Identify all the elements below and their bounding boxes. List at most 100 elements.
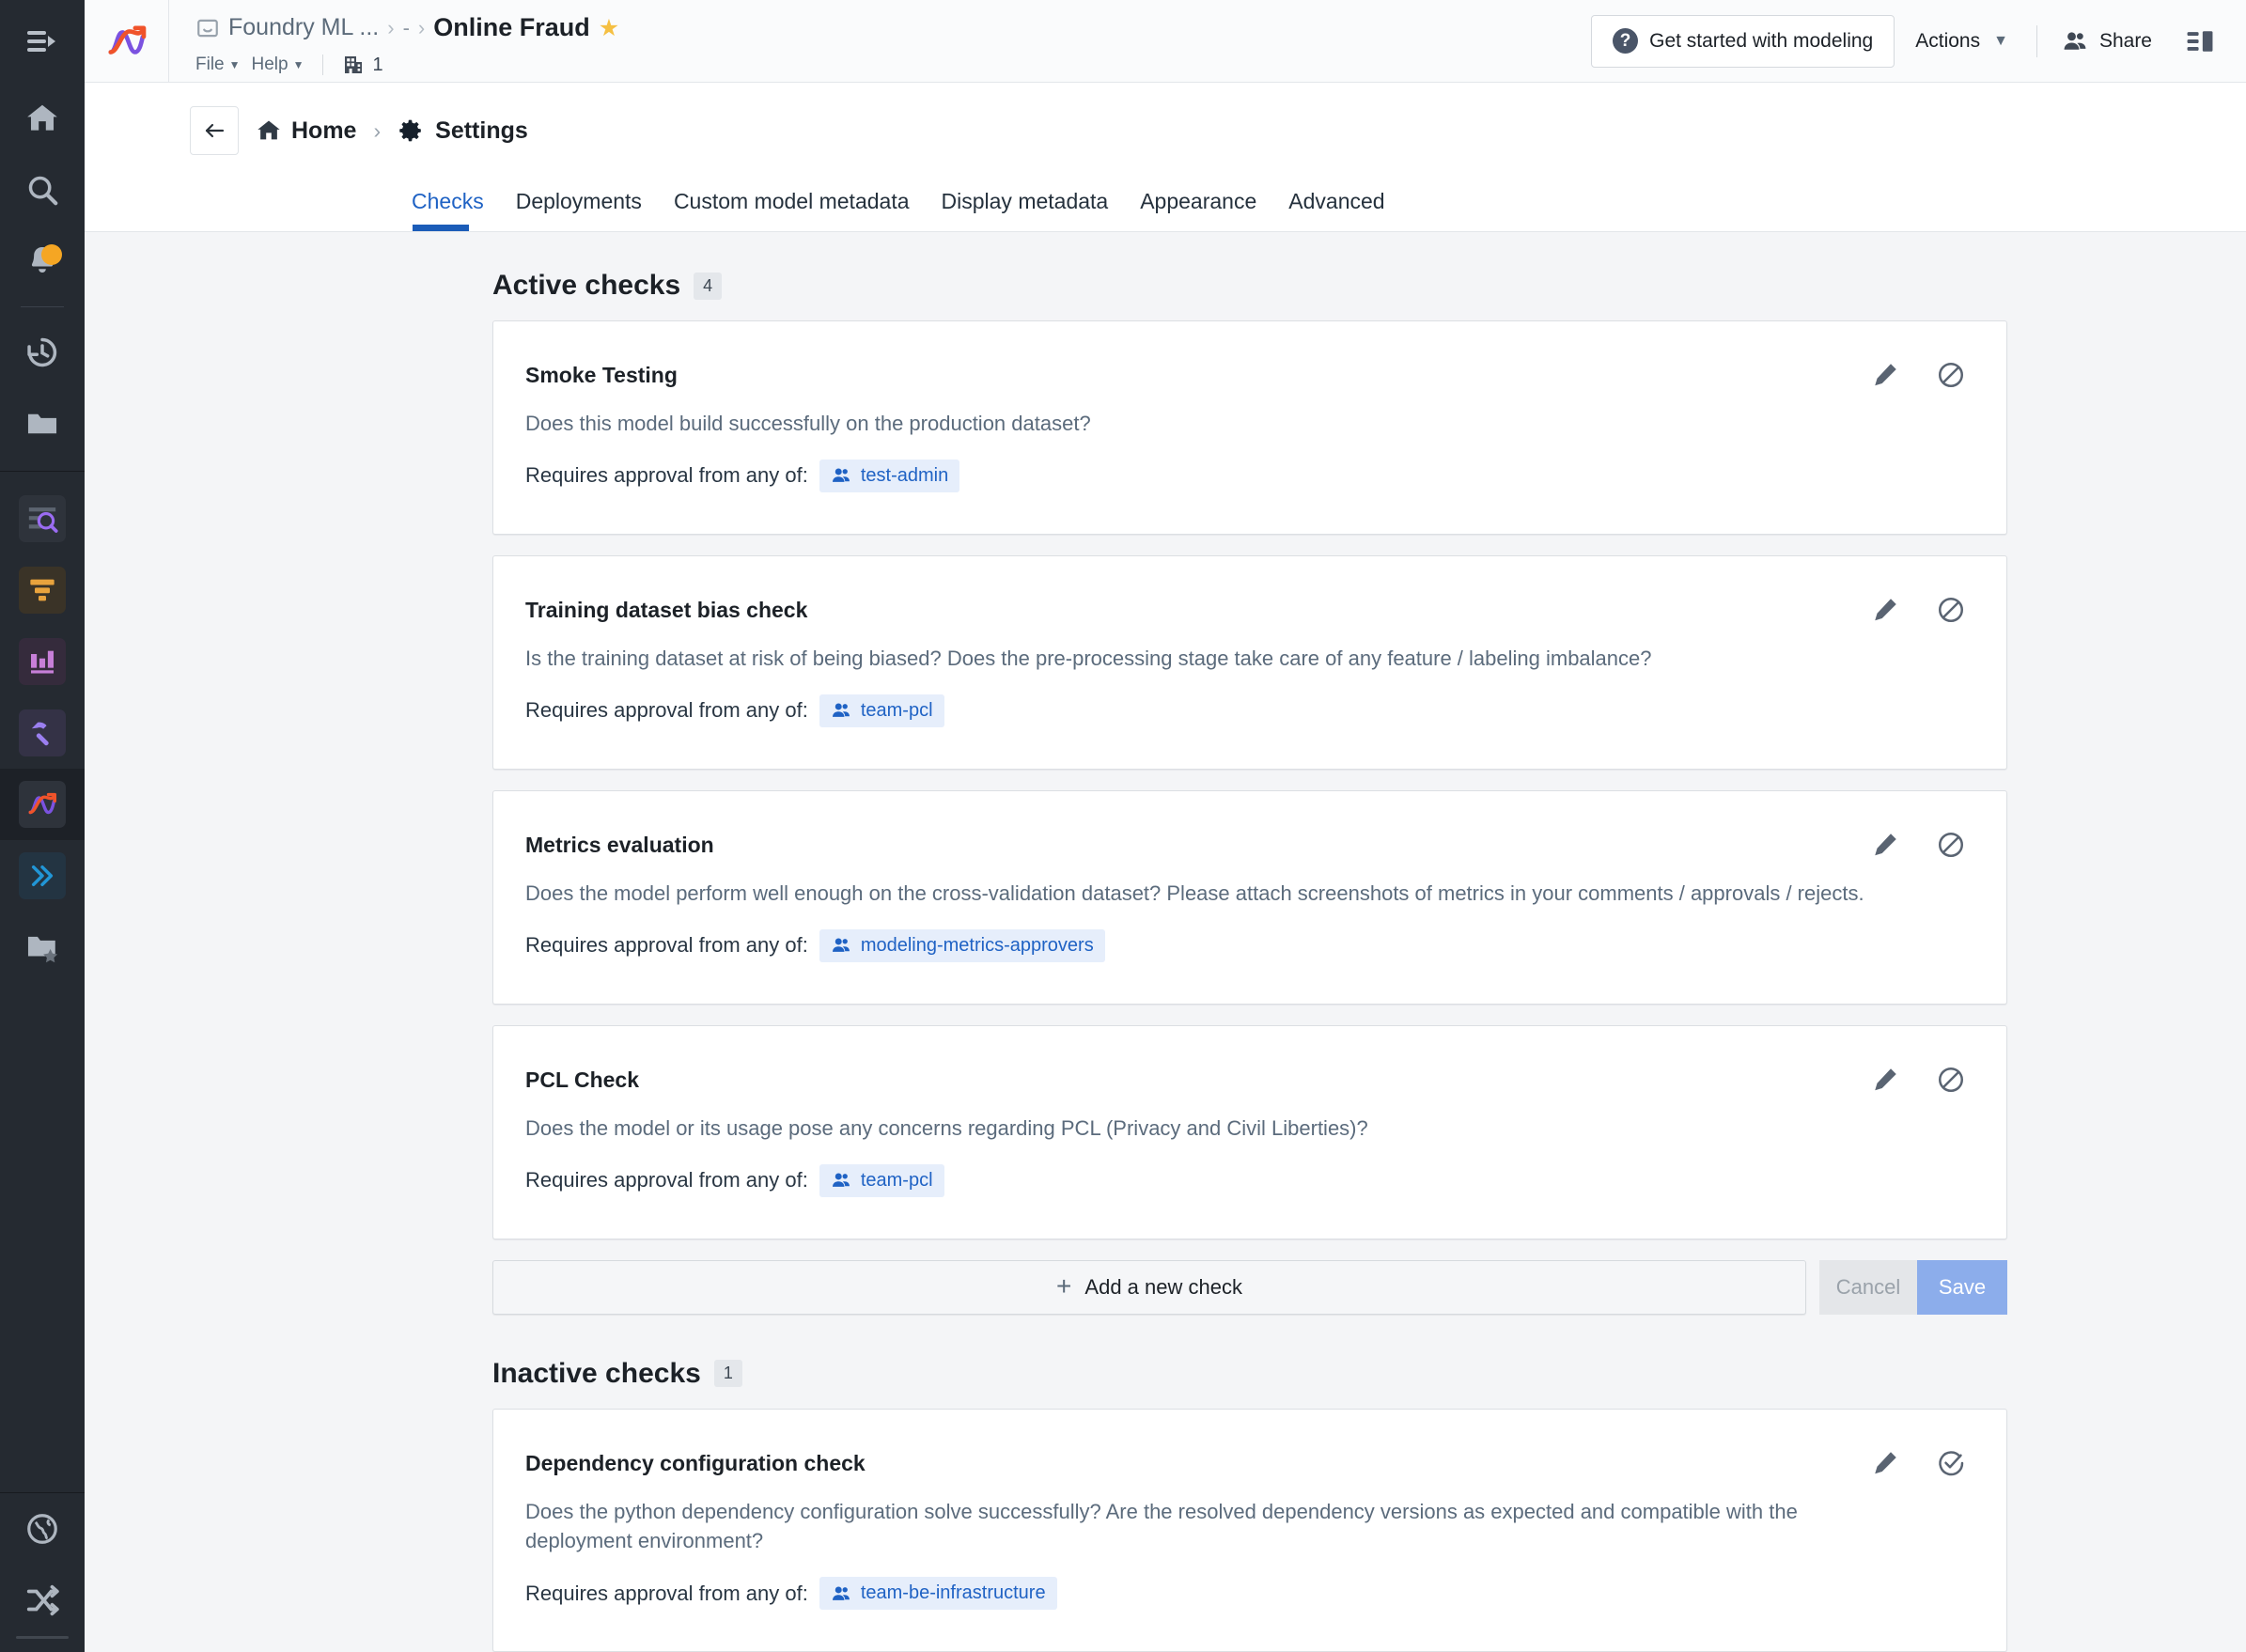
- sidebar-item-code-workbook[interactable]: [0, 697, 85, 769]
- sidebar-item-modeling[interactable]: [0, 769, 85, 840]
- sidebar-item-search[interactable]: [0, 154, 85, 226]
- checks-footer-actions: + Add a new check Cancel Save: [492, 1259, 2007, 1315]
- active-checks-list: Smoke Testing Does this model build succ…: [492, 320, 2007, 1315]
- edit-check-button[interactable]: [1871, 1066, 1899, 1094]
- menu-file[interactable]: File ▼: [195, 55, 241, 75]
- sidebar-item-home[interactable]: [0, 83, 85, 154]
- rail-toggle[interactable]: [0, 0, 85, 83]
- help-circle-icon: ?: [1613, 28, 1639, 54]
- rail-home-indicator: [16, 1636, 69, 1639]
- share-button[interactable]: Share: [2045, 15, 2169, 68]
- back-button[interactable]: [190, 106, 239, 155]
- approver-chip[interactable]: test-admin: [819, 459, 960, 492]
- approver-chip[interactable]: modeling-metrics-approvers: [819, 928, 1105, 962]
- save-button[interactable]: Save: [1917, 1259, 2007, 1315]
- code-workbook-tile: [19, 709, 66, 756]
- breadcrumb-separator: ›: [373, 117, 382, 143]
- people-icon: [832, 468, 850, 483]
- breadcrumb-home[interactable]: Home: [256, 117, 356, 145]
- breadcrumb-dash: -: [402, 15, 410, 39]
- menu-help-label: Help: [251, 55, 289, 75]
- tab-display-metadata[interactable]: Display metadata: [942, 189, 1109, 231]
- sidebar-item-files[interactable]: [0, 388, 85, 460]
- sidebar-item-favorites[interactable]: [0, 912, 85, 983]
- modeling-logo-icon: [107, 25, 146, 55]
- breadcrumb: Foundry ML ... › - › Online Fraud ★: [195, 9, 619, 46]
- tab-deployments[interactable]: Deployments: [516, 189, 642, 231]
- disable-check-button[interactable]: [1937, 1066, 1965, 1094]
- approver-chip[interactable]: team-pcl: [819, 694, 944, 727]
- approver-chip[interactable]: team-pcl: [819, 1163, 944, 1197]
- settings-title: Settings: [435, 117, 528, 144]
- pencil-icon: [1875, 364, 1896, 386]
- edit-check-button[interactable]: [1871, 361, 1899, 389]
- get-started-button[interactable]: ? Get started with modeling: [1591, 14, 1895, 68]
- organization-badge[interactable]: 1: [342, 54, 383, 76]
- people-icon: [832, 1586, 850, 1600]
- header-divider: [2035, 24, 2037, 57]
- star-filled-icon[interactable]: ★: [599, 14, 619, 42]
- pencil-icon: [1875, 1451, 1896, 1473]
- pipeline-builder-tile: [19, 567, 66, 614]
- approver-name: team-be-infrastructure: [860, 1582, 1046, 1604]
- approval-prefix: Requires approval from any of:: [525, 1168, 808, 1192]
- menu-bar: File ▼ Help ▼ 1: [195, 48, 619, 82]
- cancel-button[interactable]: Cancel: [1819, 1259, 1917, 1315]
- header-actions: ? Get started with modeling Actions ▼ Sh…: [1591, 0, 2246, 82]
- share-label: Share: [2098, 29, 2152, 52]
- rail-divider-2: [0, 471, 85, 472]
- people-icon: [832, 703, 850, 718]
- shuffle-icon: [26, 1584, 59, 1616]
- tab-advanced[interactable]: Advanced: [1288, 189, 1384, 231]
- check-approvers: Requires approval from any of: modeling-…: [525, 928, 1973, 962]
- chevron-right-icon-2: ›: [417, 15, 426, 39]
- actions-label: Actions: [1915, 29, 1981, 52]
- check-title: PCL Check: [525, 1067, 640, 1092]
- sidebar-item-workflows[interactable]: [0, 840, 85, 912]
- disable-check-button[interactable]: [1937, 596, 1965, 624]
- check-card: Smoke Testing Does this model build succ…: [492, 320, 2007, 535]
- approver-name: team-pcl: [860, 699, 933, 721]
- sidebar-item-shuffle[interactable]: [0, 1565, 85, 1636]
- home-icon: [257, 120, 280, 140]
- breadcrumb-parent[interactable]: Foundry ML ...: [228, 14, 379, 41]
- sidebar-item-notifications[interactable]: [0, 226, 85, 297]
- project-icon: [197, 19, 218, 37]
- edit-check-button[interactable]: [1871, 831, 1899, 859]
- organization-icon: [345, 56, 363, 74]
- tab-appearance[interactable]: Appearance: [1140, 189, 1256, 231]
- chevron-down-icon-3: ▼: [1993, 32, 2008, 49]
- approver-chip[interactable]: team-be-infrastructure: [819, 1577, 1057, 1611]
- inactive-checks-count: 1: [713, 1360, 742, 1388]
- disable-check-button[interactable]: [1937, 831, 1965, 859]
- search-icon: [28, 176, 58, 206]
- sidebar-item-recent[interactable]: [0, 317, 85, 388]
- sidebar-item-quiver[interactable]: [0, 626, 85, 697]
- application-root: Foundry ML ... › - › Online Fraud ★ File…: [0, 0, 2246, 1652]
- people-icon: [832, 1173, 850, 1187]
- disable-check-button[interactable]: [1937, 361, 1965, 389]
- right-panel-toggle[interactable]: [2169, 25, 2222, 57]
- app-logo[interactable]: [85, 0, 169, 82]
- home-icon: [27, 104, 57, 131]
- actions-menu-button[interactable]: Actions ▼: [1895, 15, 2029, 68]
- check-approvers: Requires approval from any of: team-be-i…: [525, 1577, 1973, 1611]
- organization-count: 1: [372, 54, 383, 75]
- pencil-icon: [1875, 599, 1896, 621]
- people-icon: [2064, 31, 2086, 50]
- settings-tabs: Checks Deployments Custom model metadata…: [85, 158, 2246, 232]
- arrow-left-icon: [205, 123, 225, 138]
- chevron-down-icon-2: ▼: [292, 58, 304, 72]
- edit-check-button[interactable]: [1871, 596, 1899, 624]
- enable-circle-check-icon: [1939, 1450, 1964, 1475]
- sidebar-item-object-explorer[interactable]: [0, 483, 85, 554]
- tab-custom-model-metadata[interactable]: Custom model metadata: [674, 189, 910, 231]
- sidebar-item-pipeline-builder[interactable]: [0, 554, 85, 626]
- menu-help[interactable]: Help ▼: [252, 55, 304, 75]
- approver-name: team-pcl: [860, 1169, 933, 1191]
- add-new-check-button[interactable]: + Add a new check: [492, 1259, 1806, 1315]
- sidebar-item-language[interactable]: [0, 1493, 85, 1565]
- chevron-right-icon: ›: [387, 15, 395, 39]
- enable-check-button[interactable]: [1937, 1449, 1965, 1477]
- edit-check-button[interactable]: [1871, 1449, 1899, 1477]
